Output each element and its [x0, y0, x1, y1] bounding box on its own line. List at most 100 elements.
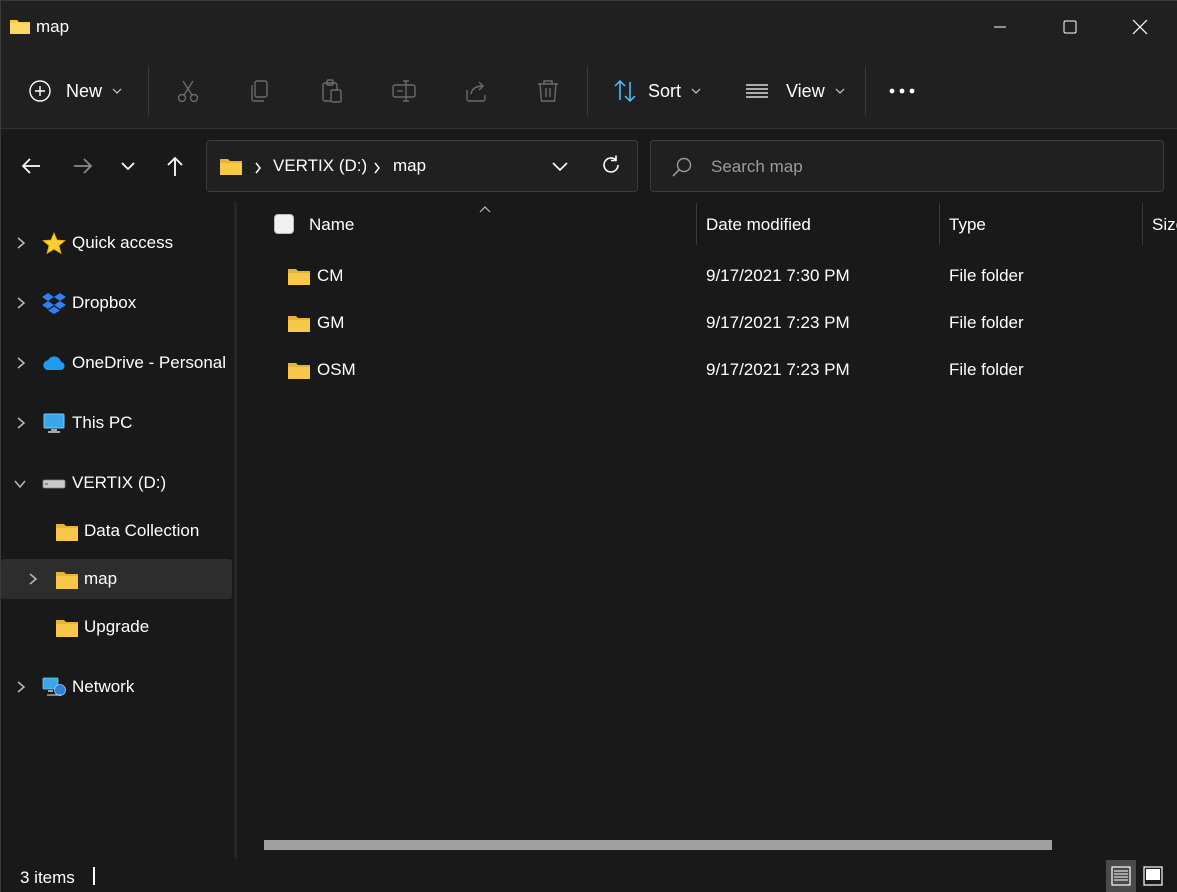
share-button[interactable]	[463, 71, 489, 111]
chevron-right-icon[interactable]	[14, 416, 28, 430]
nav-label: Network	[72, 677, 135, 696]
horizontal-scrollbar-thumb[interactable]	[264, 840, 1052, 850]
chevron-down-icon	[112, 88, 122, 94]
large-icons-view-icon	[1143, 866, 1163, 886]
breadcrumb-map[interactable]: map	[393, 156, 426, 176]
new-button[interactable]: New	[28, 71, 122, 111]
arrow-left-icon	[21, 158, 40, 174]
nav-item-data-collection[interactable]: Data Collection	[1, 511, 232, 551]
details-view-icon	[1111, 866, 1131, 886]
star-icon	[42, 232, 66, 254]
column-divider[interactable]	[696, 203, 697, 245]
nav-item-map[interactable]: map	[1, 559, 232, 599]
forward-button[interactable]	[68, 151, 98, 181]
chevron-down-icon	[121, 162, 135, 171]
column-header-size[interactable]: Size	[1152, 215, 1177, 234]
nav-label: Dropbox	[72, 293, 137, 312]
recent-locations-button[interactable]	[113, 151, 143, 181]
file-row[interactable]: GM 9/17/2021 7:23 PM File folder	[277, 303, 1177, 343]
toolbar-divider	[865, 67, 866, 115]
nav-item-vertix-drive[interactable]: VERTIX (D:)	[1, 463, 232, 503]
file-name: CM	[317, 266, 344, 285]
search-placeholder: Search map	[711, 157, 803, 176]
tiles-view-button[interactable]	[1138, 860, 1168, 892]
command-bar: New Sort View	[1, 53, 1177, 129]
close-button[interactable]	[1117, 9, 1163, 45]
chevron-right-icon[interactable]	[14, 680, 28, 694]
nav-label: This PC	[72, 413, 133, 432]
nav-item-network[interactable]: Network	[1, 667, 232, 707]
nav-label: Data Collection	[84, 521, 200, 540]
rename-button[interactable]	[391, 71, 417, 111]
column-divider[interactable]	[939, 203, 940, 245]
file-date: 9/17/2021 7:30 PM	[706, 266, 850, 285]
search-input[interactable]: Search map	[650, 140, 1164, 192]
chevron-right-icon[interactable]	[14, 236, 28, 250]
sort-button[interactable]: Sort	[612, 71, 701, 111]
nav-item-quick-access[interactable]: Quick access	[1, 223, 232, 263]
folder-icon	[220, 159, 242, 175]
close-icon	[1132, 19, 1148, 35]
folder-icon	[56, 524, 78, 541]
chevron-down-icon[interactable]	[551, 161, 569, 173]
column-header-name[interactable]: Name	[309, 215, 354, 235]
chevron-down-icon	[835, 88, 845, 94]
file-date: 9/17/2021 7:23 PM	[706, 313, 850, 332]
copy-button[interactable]	[247, 71, 273, 111]
minimize-button[interactable]	[977, 9, 1023, 45]
more-options-button[interactable]	[887, 71, 917, 111]
chevron-right-icon[interactable]	[14, 356, 28, 370]
file-row[interactable]: OSM 9/17/2021 7:23 PM File folder	[277, 350, 1177, 390]
nav-label: map	[84, 569, 118, 588]
status-bar: 3 items	[1, 859, 1177, 892]
nav-item-dropbox[interactable]: Dropbox	[1, 283, 232, 323]
network-icon	[42, 677, 66, 696]
sort-icon	[614, 79, 636, 103]
folder-icon	[56, 620, 78, 637]
chevron-right-icon	[255, 162, 261, 174]
new-label: New	[66, 80, 103, 101]
file-name: GM	[317, 313, 345, 332]
pc-icon	[43, 413, 65, 433]
select-all-checkbox[interactable]	[274, 214, 294, 234]
view-lines-icon	[746, 84, 768, 98]
cut-icon	[177, 80, 199, 103]
file-explorer-window: map New Sort View VERTIX (D:) map Search…	[0, 0, 1177, 892]
nav-item-onedrive[interactable]: OneDrive - Personal	[1, 343, 232, 383]
column-divider[interactable]	[1142, 203, 1143, 245]
folder-icon	[288, 363, 310, 379]
sort-ascending-icon	[479, 206, 491, 213]
delete-button[interactable]	[535, 71, 561, 111]
details-view-button[interactable]	[1106, 860, 1136, 892]
chevron-right-icon[interactable]	[26, 572, 40, 586]
maximize-button[interactable]	[1047, 9, 1093, 45]
column-header-date-modified[interactable]: Date modified	[706, 215, 811, 235]
file-name: OSM	[317, 360, 356, 379]
view-button[interactable]: View	[744, 71, 845, 111]
maximize-icon	[1063, 20, 1077, 34]
nav-label: OneDrive - Personal	[72, 353, 227, 372]
dropbox-icon	[42, 293, 66, 314]
address-row: VERTIX (D:) map Search map	[1, 129, 1177, 203]
paste-icon	[322, 79, 342, 103]
back-button[interactable]	[16, 151, 46, 181]
nav-item-this-pc[interactable]: This PC	[1, 403, 232, 443]
breadcrumb-drive[interactable]: VERTIX (D:)	[273, 156, 367, 176]
up-button[interactable]	[160, 151, 190, 181]
paste-button[interactable]	[319, 71, 345, 111]
text-caret	[93, 867, 95, 885]
cut-button[interactable]	[175, 71, 201, 111]
nav-label: Upgrade	[84, 617, 150, 636]
nav-item-upgrade[interactable]: Upgrade	[1, 607, 232, 647]
folder-icon	[288, 316, 310, 332]
refresh-icon[interactable]	[600, 154, 622, 176]
chevron-down-icon[interactable]	[13, 477, 27, 491]
file-list: Name Date modified Type Size CM 9/17/202…	[237, 203, 1177, 859]
column-header-type[interactable]: Type	[949, 215, 986, 235]
toolbar-divider	[587, 67, 588, 115]
chevron-right-icon[interactable]	[14, 296, 28, 310]
address-bar[interactable]: VERTIX (D:) map	[206, 140, 638, 192]
arrow-up-icon	[167, 156, 183, 176]
file-row[interactable]: CM 9/17/2021 7:30 PM File folder	[277, 256, 1177, 296]
sort-label: Sort	[648, 80, 682, 101]
